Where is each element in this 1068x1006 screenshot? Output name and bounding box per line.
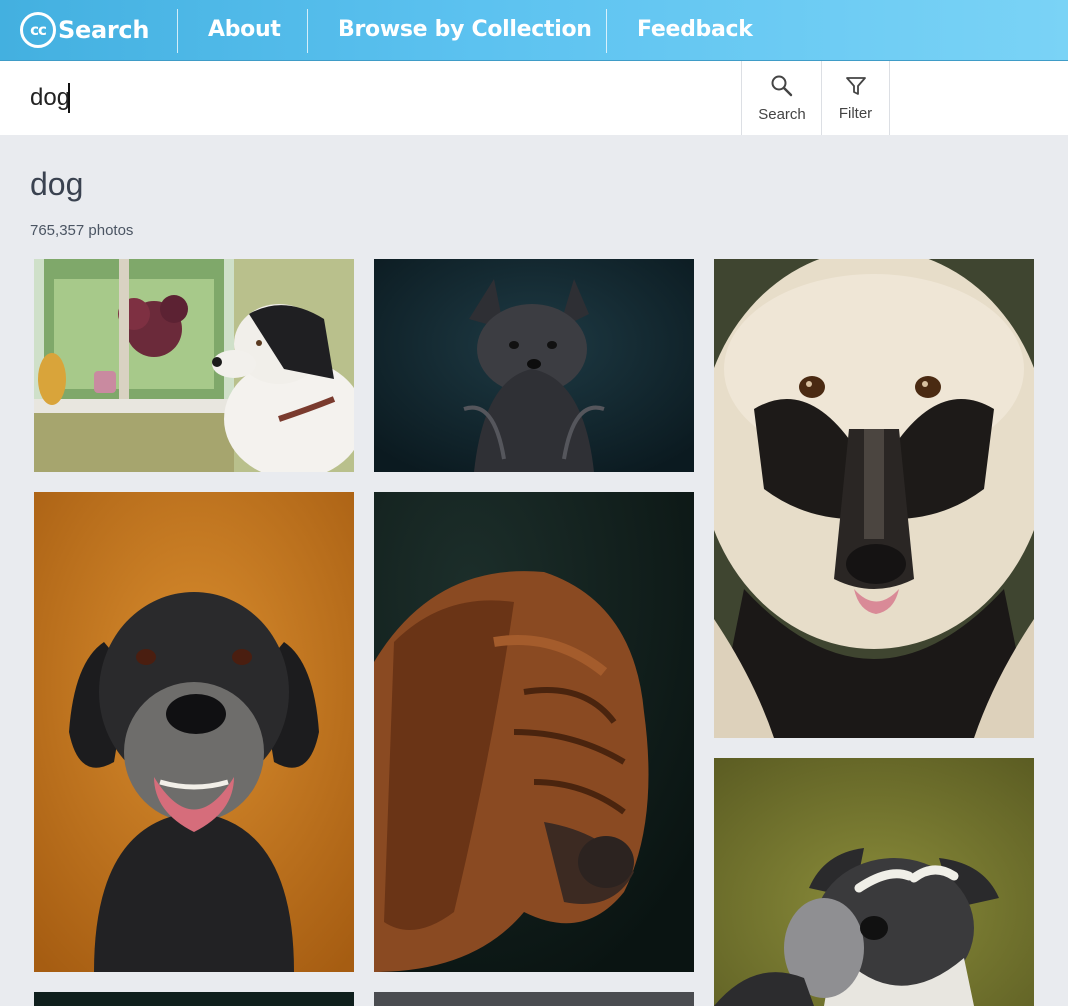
photo-result[interactable] <box>714 259 1034 738</box>
results-title: dog <box>30 166 84 202</box>
filter-icon <box>845 76 866 95</box>
filter-button[interactable]: Filter <box>821 61 890 135</box>
dog-photo-image <box>374 259 694 472</box>
search-button-label: Search <box>758 105 806 123</box>
nav-link-feedback[interactable]: Feedback <box>637 17 753 42</box>
photo-result[interactable] <box>34 492 354 972</box>
search-button[interactable]: Search <box>741 61 822 135</box>
nav-divider <box>177 9 178 53</box>
photo-result[interactable] <box>374 992 694 1006</box>
nav-divider <box>606 9 607 53</box>
search-input[interactable] <box>0 61 741 135</box>
nav-divider <box>307 9 308 53</box>
dog-photo-image <box>714 758 1034 1006</box>
dog-photo-image <box>34 492 354 972</box>
photo-result[interactable] <box>374 259 694 472</box>
nav-link-about[interactable]: About <box>208 17 281 42</box>
photo-result[interactable] <box>714 758 1034 1006</box>
nav-link-browse-by-collection[interactable]: Browse by Collection <box>338 17 592 42</box>
search-icon <box>771 75 793 96</box>
dog-photo-image <box>34 259 354 472</box>
photo-result[interactable] <box>374 492 694 972</box>
results-count: 765,357 photos <box>30 222 134 239</box>
photo-result[interactable] <box>34 992 354 1006</box>
logo-mark-text: cc <box>30 21 47 39</box>
top-navigation-bar: cc Search About Browse by Collection Fee… <box>0 0 1068 61</box>
dog-photo-image <box>374 492 694 972</box>
cc-search-logo[interactable]: cc Search <box>20 9 149 51</box>
dog-photo-image <box>374 992 694 1006</box>
logo-text: Search <box>58 16 150 44</box>
dog-photo-image <box>34 992 354 1006</box>
search-bar: Search Filter <box>0 61 1068 135</box>
text-caret <box>68 83 70 113</box>
cc-logo-icon: cc <box>20 12 56 48</box>
filter-button-label: Filter <box>838 104 873 122</box>
dog-photo-image <box>714 259 1034 738</box>
photo-result[interactable] <box>34 259 354 472</box>
